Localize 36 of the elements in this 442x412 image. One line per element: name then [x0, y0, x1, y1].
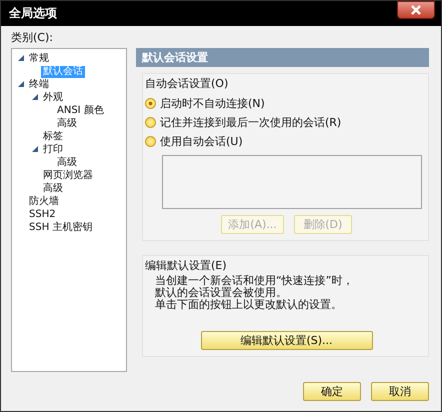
- tree-item[interactable]: 防火墙: [27, 196, 61, 208]
- tree-item[interactable]: 网页浏览器: [41, 170, 95, 182]
- expanded-triangle-icon[interactable]: [18, 81, 25, 88]
- radio-button[interactable]: [145, 136, 156, 147]
- tree-item[interactable]: SSH 主机密钥: [27, 222, 94, 234]
- radio-label: 使用自动会话(U): [160, 134, 243, 149]
- tree-item[interactable]: 常规: [27, 52, 51, 64]
- expanded-triangle-icon[interactable]: [32, 94, 39, 101]
- radio-button[interactable]: [145, 117, 156, 128]
- expanded-triangle-icon[interactable]: [32, 146, 39, 153]
- group-label: 自动会话设置(O): [145, 76, 230, 91]
- cancel-button[interactable]: 取消: [371, 382, 429, 401]
- expanded-triangle-icon[interactable]: [18, 55, 25, 62]
- edit-defaults-button[interactable]: 编辑默认设置(S)...: [200, 331, 372, 350]
- tree-item[interactable]: 高级: [55, 156, 79, 168]
- tree-item[interactable]: 高级: [55, 118, 79, 130]
- panel-title: 默认会话设置: [136, 48, 429, 67]
- tree-item[interactable]: 打印: [41, 144, 65, 156]
- description-text: 单击下面的按钮上以更改默认的设置。: [155, 299, 343, 311]
- tree-item[interactable]: 标签: [41, 130, 65, 142]
- radio-label: 记住并连接到最后一次使用的会话(R): [160, 115, 342, 130]
- tree-item[interactable]: SSH2: [27, 208, 58, 220]
- tree-item[interactable]: 外观: [41, 92, 65, 104]
- group-label: 编辑默认设置(E): [145, 258, 228, 273]
- close-icon: [410, 4, 422, 14]
- window-title: 全局选项: [9, 5, 57, 22]
- radio-label: 启动时不自动连接(N): [160, 96, 265, 111]
- ok-button[interactable]: 确定: [303, 382, 361, 401]
- close-button[interactable]: [397, 0, 435, 18]
- description-text: 当创建一个新会话和使用“快速连接”时，: [155, 275, 354, 287]
- tree-item[interactable]: 终端: [27, 78, 51, 90]
- tree-item[interactable]: 高级: [41, 182, 65, 194]
- category-label: 类别(C):: [11, 30, 54, 45]
- radio-button[interactable]: [145, 98, 156, 109]
- tree-item[interactable]: ANSI 颜色: [55, 104, 106, 116]
- description-text: 默认的会话设置会被使用。: [155, 287, 288, 299]
